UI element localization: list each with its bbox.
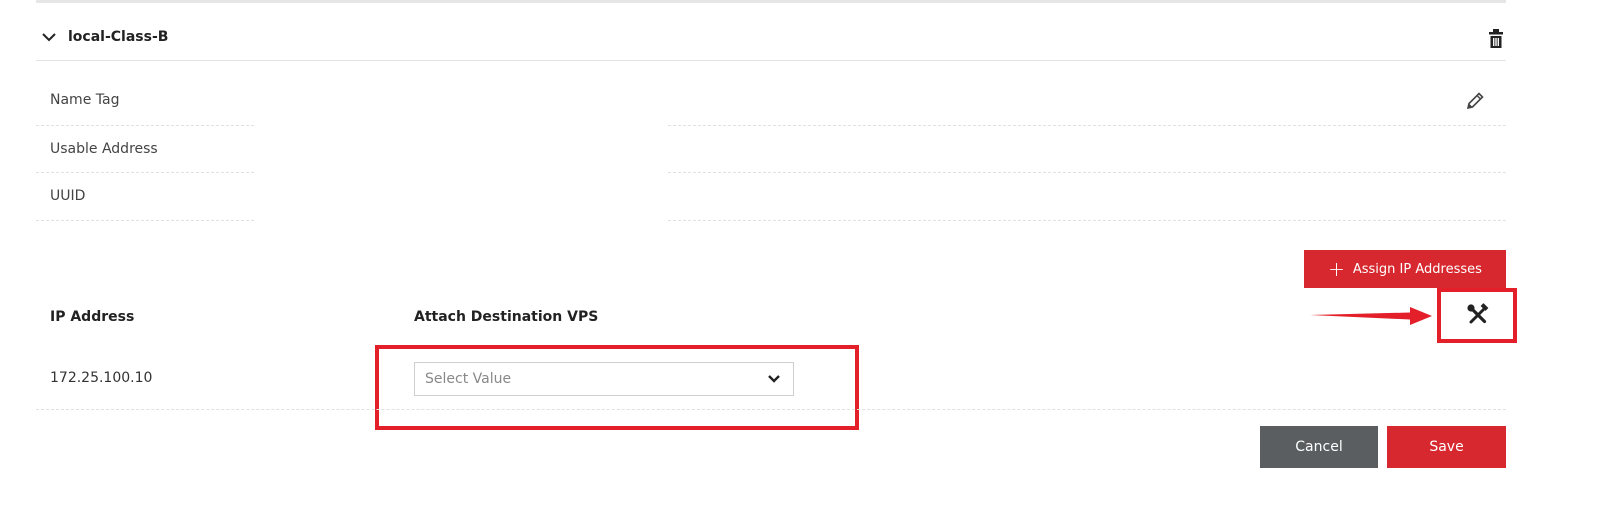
plus-icon: +: [1328, 257, 1345, 281]
ip-address-column-header: IP Address: [50, 309, 135, 325]
usable-address-label: Usable Address: [50, 141, 158, 157]
destination-vps-select[interactable]: Select Value: [414, 362, 794, 396]
cancel-button[interactable]: Cancel: [1260, 426, 1378, 468]
uuid-divider-left: [36, 220, 254, 221]
section-header: [36, 22, 1506, 61]
chevron-down-icon[interactable]: [40, 28, 58, 46]
wrench-screwdriver-icon[interactable]: [1466, 303, 1490, 327]
uuid-label: UUID: [50, 188, 86, 204]
section-title[interactable]: local-Class-B: [68, 29, 168, 45]
trash-icon[interactable]: [1487, 28, 1505, 50]
uuid-divider-right: [668, 220, 1506, 221]
attach-destination-vps-column-header: Attach Destination VPS: [414, 309, 599, 325]
name-tag-label: Name Tag: [50, 92, 120, 108]
assign-ip-addresses-button[interactable]: + Assign IP Addresses: [1304, 250, 1506, 288]
top-divider: [36, 0, 1506, 3]
table-row-divider: [36, 409, 1506, 410]
chevron-down-icon: [768, 375, 780, 383]
select-placeholder: Select Value: [425, 371, 512, 387]
save-button[interactable]: Save: [1387, 426, 1506, 468]
pencil-icon[interactable]: [1464, 90, 1486, 112]
usable-address-divider-right: [668, 172, 1506, 173]
arrow-annotation: [1310, 307, 1432, 325]
name-tag-divider-right: [668, 125, 1506, 126]
usable-address-divider-left: [36, 172, 254, 173]
assign-ip-addresses-label: Assign IP Addresses: [1352, 261, 1482, 277]
name-tag-divider-left: [36, 125, 254, 126]
ip-address-value: 172.25.100.10: [50, 370, 153, 386]
